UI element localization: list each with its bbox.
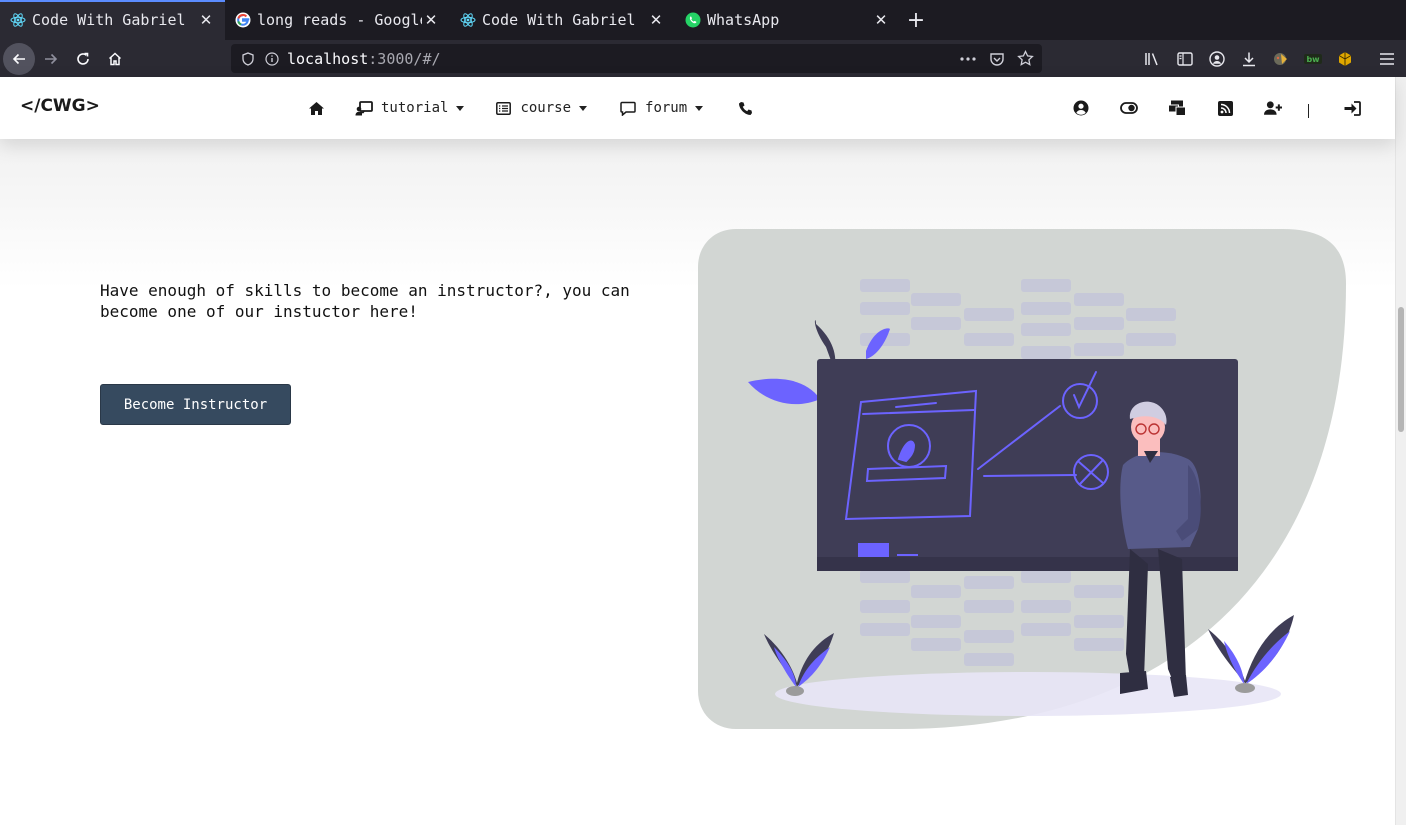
browser-tab[interactable]: long reads - Google ✕ <box>225 0 450 40</box>
rss-icon[interactable] <box>1216 99 1234 117</box>
browser-tab-bar: Code With Gabriel ✕ long reads - Google … <box>0 0 1406 40</box>
nav-tutorial[interactable]: tutorial <box>355 99 465 117</box>
browser-tab[interactable]: Code With Gabriel ✕ <box>0 0 225 40</box>
nav-course-label: course <box>520 100 572 116</box>
arrow-left-icon <box>12 53 25 64</box>
account-icon[interactable] <box>1208 50 1226 68</box>
back-button[interactable] <box>3 42 35 75</box>
pocket-icon[interactable] <box>989 51 1005 67</box>
tab-title: Code With Gabriel <box>32 11 186 29</box>
close-icon[interactable]: ✕ <box>422 11 440 29</box>
bookmark-star-icon[interactable] <box>1017 50 1034 67</box>
floor-shadow <box>775 672 1281 716</box>
header-divider <box>1308 104 1309 118</box>
nav-contact[interactable] <box>736 99 762 117</box>
close-icon[interactable]: ✕ <box>647 11 665 29</box>
nav-forum-label: forum <box>645 100 688 116</box>
page-content: Have enough of skills to become an instr… <box>0 139 1395 825</box>
info-icon[interactable] <box>263 50 281 68</box>
home-icon <box>307 99 325 117</box>
chalk-eraser <box>858 543 889 557</box>
tab-title: long reads - Google <box>257 11 422 29</box>
chalkboard-teacher-icon <box>355 99 373 117</box>
reload-button[interactable] <box>67 43 99 75</box>
arrow-right-icon <box>45 53 58 64</box>
download-icon[interactable] <box>1240 50 1258 68</box>
url-host: localhost <box>287 49 369 68</box>
shield-icon[interactable] <box>239 50 257 68</box>
chevron-down-icon <box>695 105 704 111</box>
nav-home[interactable] <box>307 99 325 117</box>
mail-bulk-icon[interactable] <box>1168 99 1186 117</box>
svg-text:bw: bw <box>1306 55 1320 64</box>
comment-icon <box>619 99 637 117</box>
url-bar[interactable]: localhost:3000/#/ <box>231 44 1042 73</box>
more-icon[interactable] <box>959 56 977 62</box>
whatsapp-icon <box>685 12 701 28</box>
toolbar-right: bw <box>1144 40 1396 77</box>
nav-forum[interactable]: forum <box>619 99 704 117</box>
list-alt-icon <box>494 99 512 117</box>
forward-button[interactable] <box>35 43 67 75</box>
nav-course[interactable]: course <box>494 99 588 117</box>
sign-in-icon[interactable] <box>1343 99 1361 117</box>
toggle-icon[interactable] <box>1120 99 1138 117</box>
extension-bw-icon[interactable]: bw <box>1304 50 1322 68</box>
extension-paint-icon[interactable] <box>1272 50 1290 68</box>
become-instructor-button[interactable]: Become Instructor <box>100 384 291 425</box>
google-icon <box>235 12 251 28</box>
new-tab-button[interactable]: + <box>900 0 932 40</box>
site-header: </CWG> tutorial course forum <box>0 77 1395 139</box>
reload-icon <box>77 52 89 65</box>
chevron-down-icon <box>456 105 465 111</box>
nav-tutorial-label: tutorial <box>381 100 449 116</box>
browser-nav-bar: localhost:3000/#/ bw <box>0 40 1406 77</box>
teacher-illustration <box>698 229 1346 729</box>
site-logo[interactable]: </CWG> <box>20 96 100 116</box>
user-plus-icon[interactable] <box>1264 99 1282 117</box>
react-icon <box>10 12 26 28</box>
home-button[interactable] <box>99 43 131 75</box>
close-icon[interactable]: ✕ <box>872 11 890 29</box>
menu-icon[interactable] <box>1378 50 1396 68</box>
scrollbar-thumb[interactable] <box>1398 307 1404 432</box>
chevron-down-icon <box>579 105 588 111</box>
library-icon[interactable] <box>1144 50 1162 68</box>
main-nav: tutorial course forum <box>307 97 762 119</box>
tab-title: Code With Gabriel <box>482 11 636 29</box>
home-icon <box>108 51 122 65</box>
tab-title: WhatsApp <box>707 11 780 29</box>
page-scrollbar[interactable] <box>1395 77 1406 825</box>
hero-text: Have enough of skills to become an instr… <box>100 281 630 321</box>
user-circle-icon[interactable] <box>1072 99 1090 117</box>
header-right-nav <box>1072 97 1361 119</box>
browser-tab[interactable]: Code With Gabriel ✕ <box>450 0 675 40</box>
extension-cube-icon[interactable] <box>1336 50 1354 68</box>
close-icon[interactable]: ✕ <box>197 11 215 29</box>
phone-icon <box>736 99 754 117</box>
sidebar-icon[interactable] <box>1176 50 1194 68</box>
browser-tab[interactable]: WhatsApp ✕ <box>675 0 900 40</box>
react-icon <box>460 12 476 28</box>
url-path: :3000/#/ <box>368 49 441 68</box>
